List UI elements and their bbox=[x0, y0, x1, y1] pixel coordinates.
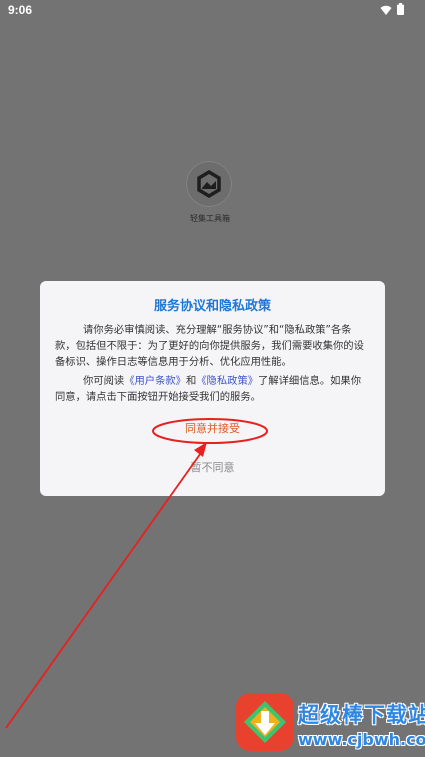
battery-icon bbox=[397, 3, 404, 15]
privacy-policy-link[interactable]: 《隐私政策》 bbox=[196, 375, 258, 387]
status-time: 9:06 bbox=[8, 3, 33, 17]
watermark-url: www.cjbwh.com bbox=[298, 730, 425, 749]
paragraph-2-prefix: 你可阅读 bbox=[83, 375, 125, 387]
dialog-paragraph-1: 请你务必审慎阅读、充分理解“服务协议”和“隐私政策”各条款，包括但不限于：为了更… bbox=[55, 324, 364, 368]
status-bar: 9:06 bbox=[0, 0, 425, 20]
agree-button[interactable]: 同意并接受 bbox=[150, 416, 275, 442]
disagree-button[interactable]: 暂不同意 bbox=[150, 457, 275, 479]
watermark: 超级棒下载站 www.cjbwh.com bbox=[236, 693, 425, 755]
dialog-title: 服务协议和隐私政策 bbox=[153, 299, 271, 314]
paragraph-2-and: 和 bbox=[185, 375, 197, 387]
user-terms-link[interactable]: 《用户条款》 bbox=[124, 375, 186, 387]
watermark-name: 超级棒下载站 bbox=[298, 703, 425, 727]
screen: 9:06 轻集工具箱 服务协议和隐私政策 请你务必审慎阅读、充分理解“服务协议”… bbox=[0, 0, 425, 757]
download-site-logo-icon bbox=[236, 693, 294, 751]
app-name: 轻集工具箱 bbox=[190, 214, 230, 223]
privacy-dialog: 服务协议和隐私政策 请你务必审慎阅读、充分理解“服务协议”和“隐私政策”各条款，… bbox=[40, 281, 385, 496]
wifi-icon bbox=[380, 5, 392, 15]
app-logo-icon bbox=[186, 161, 232, 207]
dialog-paragraph-2: 你可阅读《用户条款》和《隐私政策》了解详细信息。如果你同意，请点击下面按钮开始接… bbox=[55, 373, 365, 405]
dialog-body: 请你务必审慎阅读、充分理解“服务协议”和“隐私政策”各条款，包括但不限于：为了更… bbox=[55, 322, 365, 405]
